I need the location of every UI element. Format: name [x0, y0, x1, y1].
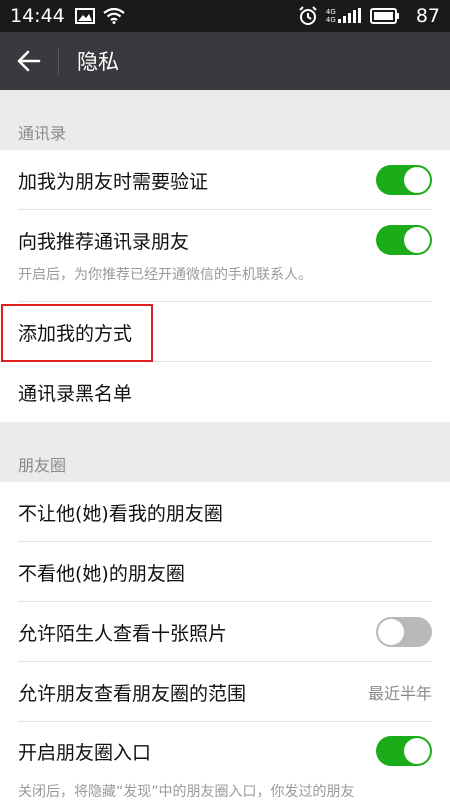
back-button[interactable] — [0, 32, 58, 90]
action-bar: 隐私 — [0, 32, 450, 90]
stranger-ten-photos-toggle[interactable] — [376, 617, 432, 647]
network-bottom: 4G — [325, 16, 336, 24]
toggle-knob — [404, 167, 430, 193]
toggle-knob — [378, 619, 404, 645]
stranger-ten-photos-row[interactable]: 允许陌生人查看十张照片 — [0, 602, 450, 662]
status-bar: 14:44 4G 4G 87 — [0, 0, 450, 32]
toggle-knob — [404, 227, 430, 253]
verify-friend-row[interactable]: 加我为朋友时需要验证 — [0, 150, 450, 210]
row-label: 通讯录黑名单 — [18, 382, 133, 405]
row-label: 允许朋友查看朋友圈的范围 — [18, 682, 247, 705]
battery-icon — [369, 8, 400, 24]
contacts-group: 加我为朋友时需要验证 向我推荐通讯录朋友 开启后，为你推荐已经开通微信的手机联系… — [0, 150, 450, 422]
settings-content: 通讯录 加我为朋友时需要验证 向我推荐通讯录朋友 开启后，为你推荐已经开通微信的… — [0, 90, 450, 804]
row-label: 开启朋友圈入口 — [18, 741, 152, 764]
battery-level: 87 — [415, 5, 440, 27]
moments-entry-row[interactable]: 开启朋友圈入口 — [0, 722, 450, 780]
page-title: 隐私 — [77, 50, 119, 74]
moments-range-row[interactable]: 允许朋友查看朋友圈的范围 最近半年 — [0, 662, 450, 722]
status-time: 14:44 — [10, 5, 65, 27]
action-divider — [58, 48, 59, 74]
alarm-icon — [298, 6, 318, 26]
row-label: 不看他(她)的朋友圈 — [18, 562, 185, 585]
contacts-blacklist-row[interactable]: 通讯录黑名单 — [0, 362, 450, 422]
row-label: 不让他(她)看我的朋友圈 — [18, 502, 223, 525]
moments-entry-description: 关闭后，将隐藏“发现”中的朋友圈入口，你发过的朋友 — [0, 780, 450, 804]
section-header-moments: 朋友圈 — [18, 456, 67, 475]
toggle-knob — [404, 738, 430, 764]
arrow-left-icon — [17, 50, 41, 72]
network-indicator: 4G 4G — [326, 8, 336, 24]
wifi-icon — [103, 8, 125, 24]
verify-friend-toggle[interactable] — [376, 165, 432, 195]
moments-entry-toggle[interactable] — [376, 736, 432, 766]
signal-icon — [337, 8, 362, 24]
row-label: 允许陌生人查看十张照片 — [18, 622, 228, 645]
network-top: 4G — [325, 8, 336, 16]
recommend-contacts-toggle[interactable] — [376, 225, 432, 255]
moments-group: 不让他(她)看我的朋友圈 不看他(她)的朋友圈 允许陌生人查看十张照片 允许朋友… — [0, 482, 450, 804]
section-header-contacts: 通讯录 — [18, 124, 67, 143]
hide-my-moments-row[interactable]: 不让他(她)看我的朋友圈 — [0, 482, 450, 542]
row-label: 向我推荐通讯录朋友 — [18, 230, 190, 253]
moments-range-value: 最近半年 — [367, 684, 432, 703]
image-icon — [74, 8, 95, 24]
row-description: 开启后，为你推荐已经开通微信的手机联系人。 — [18, 267, 312, 283]
recommend-contacts-row[interactable]: 向我推荐通讯录朋友 开启后，为你推荐已经开通微信的手机联系人。 — [0, 210, 450, 302]
hide-their-moments-row[interactable]: 不看他(她)的朋友圈 — [0, 542, 450, 602]
highlight-box — [1, 304, 153, 362]
row-label: 加我为朋友时需要验证 — [18, 170, 209, 193]
